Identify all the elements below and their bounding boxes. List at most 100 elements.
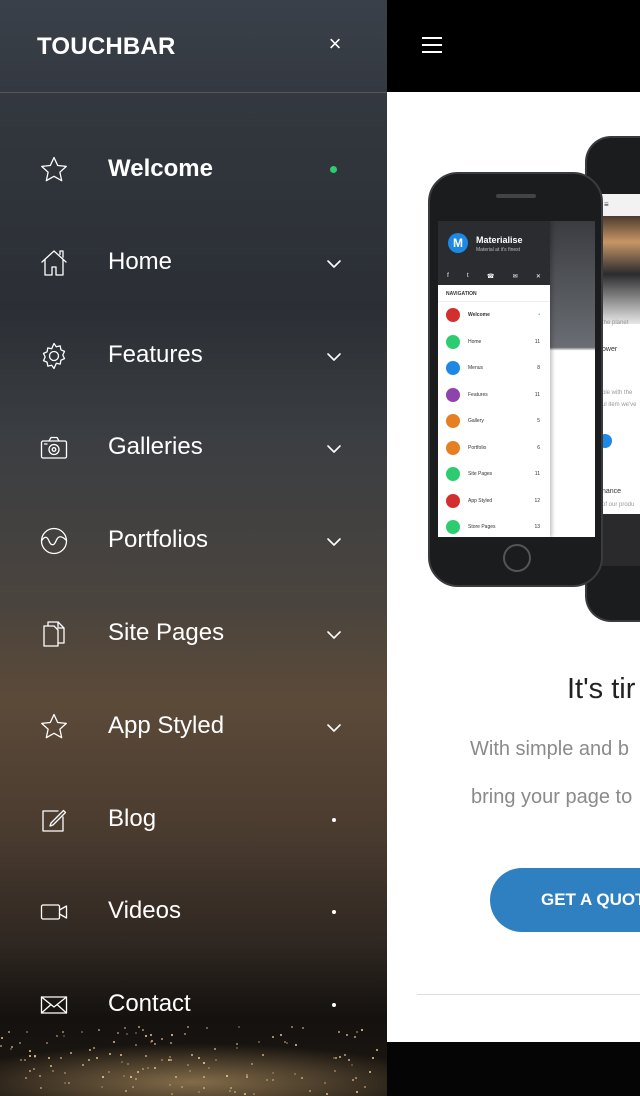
phone-nav-item-count: 11: [534, 391, 540, 398]
facebook-icon: f: [447, 273, 449, 279]
envelope-icon: [38, 989, 70, 1021]
chevron-down-icon[interactable]: [325, 535, 343, 547]
close-icon[interactable]: ×: [320, 30, 350, 60]
sidebar-item-contact[interactable]: Contact: [0, 965, 387, 1045]
phone-nav-item-label: Features: [468, 391, 488, 398]
chevron-down-icon[interactable]: [325, 350, 343, 362]
phone-nav-item-label: App Styled: [468, 497, 493, 504]
sidebar-item-home[interactable]: Home: [0, 223, 387, 303]
phone-nav-item-count: •: [538, 312, 540, 319]
chevron-down-icon[interactable]: [325, 442, 343, 454]
wave-circle-icon: [38, 525, 70, 557]
phone-nav-item-label: Home: [468, 338, 482, 345]
phone-home-button: [503, 544, 531, 572]
phone-back-menu-icon: ≡: [604, 200, 609, 209]
phone-icon: ☎: [486, 273, 495, 280]
item-dot: [332, 818, 336, 822]
phone-back-text: ul item we've: [602, 402, 637, 408]
phone-nav-item-label: Menus: [468, 365, 484, 372]
phone-nav-item-icon: [446, 520, 460, 535]
main-page: ≡ the planet ower ble with the ul item w…: [387, 0, 640, 1096]
sidebar-item-welcome[interactable]: Welcome: [0, 130, 387, 210]
phone-back-footer: [598, 514, 640, 566]
phone-back-text: the planet: [602, 320, 629, 326]
documents-icon: [38, 618, 70, 650]
sidebar-item-label: Welcome: [108, 155, 213, 182]
phone-nav-item: App Styled 12: [438, 488, 550, 515]
phone-nav-item-label: Site Pages: [468, 471, 493, 478]
phone-nav-item-count: 8: [537, 365, 540, 372]
hamburger-icon[interactable]: [422, 37, 442, 53]
sidebar-item-label: Portfolios: [108, 526, 209, 553]
sidebar-item-site-pages[interactable]: Site Pages: [0, 594, 387, 674]
home-icon: [38, 247, 70, 279]
hero-text-line: bring your page to: [471, 786, 633, 808]
phone-nav-item-icon: [446, 493, 460, 508]
phone-speaker: [496, 194, 536, 198]
sidebar-item-label: Blog: [108, 805, 157, 832]
get-a-quote-button[interactable]: GET A QUOTE: [490, 868, 640, 932]
phone-menu-header: M Materialise Material at it's finest f …: [438, 221, 550, 285]
phone-nav-item-icon: [446, 334, 460, 349]
materialise-logo: M: [448, 233, 468, 253]
sidebar-item-label: Home: [108, 248, 173, 275]
item-dot: [332, 910, 336, 914]
content-divider: [417, 994, 640, 995]
close-icon: ✕: [535, 273, 541, 280]
page-header: [387, 0, 640, 92]
phone-back-text: ble with the: [602, 390, 633, 396]
phone-nav-item-icon: [446, 440, 460, 455]
phone-nav-item-icon: [446, 467, 460, 482]
phone-nav-item: Features 11: [438, 382, 550, 409]
sidebar-item-label: Galleries: [108, 433, 203, 460]
gear-icon: [38, 340, 70, 372]
twitter-icon: t: [467, 273, 469, 279]
mail-icon: ✉: [512, 273, 518, 280]
phone-tagline: Material at it's finest: [476, 247, 521, 253]
item-dot: [332, 1003, 336, 1007]
phone-nav-item-label: Store Pages: [468, 524, 496, 531]
phone-nav-item-icon: [446, 414, 460, 429]
phone-front-screen: M Materialise Material at it's finest f …: [438, 221, 595, 537]
phone-nav-item-count: 11: [534, 338, 540, 345]
star-icon: [38, 154, 70, 186]
sidebar-item-portfolios[interactable]: Portfolios: [0, 501, 387, 581]
sidebar-item-app-styled[interactable]: App Styled: [0, 687, 387, 767]
phone-nav-item-label: Gallery: [468, 418, 484, 425]
phone-nav-list: Welcome • Home 11 Menus 8 Features 11 Gallery 5 Po…: [438, 302, 550, 537]
hero-text-line: With simple and b: [470, 738, 629, 760]
phone-nav-item-label: Welcome: [468, 312, 490, 319]
sidebar-menu: TOUCHBAR × Welcome Home Features Galleries P…: [0, 0, 387, 1096]
phone-nav-item-count: 12: [534, 497, 540, 504]
phone-back-text: nance: [602, 488, 622, 495]
phone-nav-item-count: 5: [537, 418, 540, 425]
sidebar-item-blog[interactable]: Blog: [0, 780, 387, 860]
sidebar-item-videos[interactable]: Videos: [0, 872, 387, 952]
chevron-down-icon[interactable]: [325, 721, 343, 733]
edit-icon: [38, 804, 70, 836]
phone-nav-item: Site Pages 11: [438, 461, 550, 488]
star-icon: [38, 711, 70, 743]
phone-nav-item-label: Portfolio: [468, 444, 487, 451]
phone-back-text: of our produ: [602, 502, 635, 508]
phone-brand: Materialise: [476, 235, 523, 245]
phone-nav-item: Portfolio 6: [438, 435, 550, 462]
phone-nav-title: NAVIGATION: [438, 285, 550, 302]
sidebar-item-label: Contact: [108, 990, 191, 1017]
phone-nav-item-icon: [446, 361, 460, 376]
sidebar-item-features[interactable]: Features: [0, 316, 387, 396]
sidebar-item-galleries[interactable]: Galleries: [0, 408, 387, 488]
phone-nav-item: Store Pages 13: [438, 514, 550, 537]
chevron-down-icon[interactable]: [325, 257, 343, 269]
phone-nav-item: Welcome •: [438, 302, 550, 329]
phone-social-row: f t ☎ ✉ ✕: [438, 267, 550, 285]
sidebar-brand: TOUCHBAR: [37, 33, 176, 60]
active-indicator-dot: [330, 166, 337, 173]
phone-nav-item: Gallery 5: [438, 408, 550, 435]
hero-title: It's tir: [567, 673, 636, 705]
phone-nav-item-icon: [446, 308, 460, 323]
chevron-down-icon[interactable]: [325, 628, 343, 640]
sidebar-item-label: Site Pages: [108, 619, 225, 646]
sidebar-item-label: App Styled: [108, 712, 225, 739]
phone-nav-item-count: 13: [534, 524, 540, 531]
